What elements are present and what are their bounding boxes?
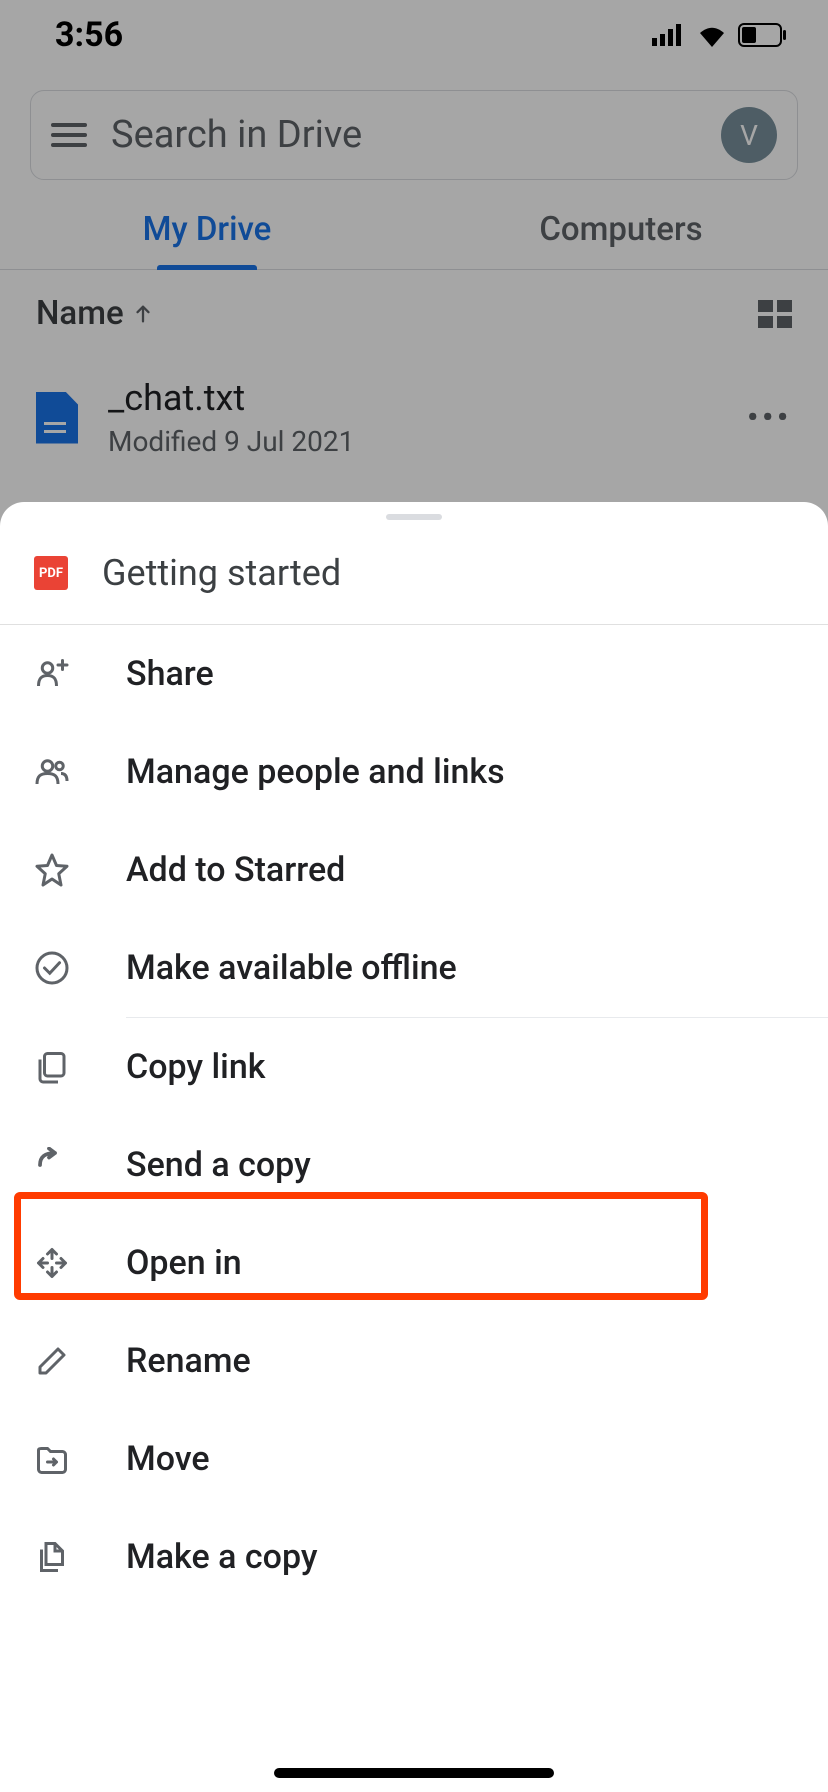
- star-icon: [34, 852, 70, 888]
- send-copy-label: Send a copy: [126, 1145, 794, 1185]
- move-label: Move: [126, 1439, 794, 1479]
- sheet-handle[interactable]: [386, 514, 442, 520]
- copy-link-label: Copy link: [126, 1047, 794, 1087]
- share-icon: [34, 656, 70, 692]
- people-icon: [34, 754, 70, 790]
- open-in-icon: [34, 1245, 70, 1281]
- sheet-item-star[interactable]: Add to Starred: [0, 821, 828, 919]
- copy-link-icon: [34, 1049, 70, 1085]
- home-indicator[interactable]: [274, 1768, 554, 1778]
- sheet-item-rename[interactable]: Rename: [0, 1312, 828, 1410]
- offline-label: Make available offline: [126, 948, 794, 988]
- make-copy-icon: [34, 1539, 70, 1575]
- sheet-item-send-copy[interactable]: Send a copy: [0, 1116, 828, 1214]
- send-icon: [34, 1147, 70, 1183]
- offline-icon: [34, 950, 70, 986]
- sheet-item-manage-people[interactable]: Manage people and links: [0, 723, 828, 821]
- sheet-item-share[interactable]: Share: [0, 625, 828, 723]
- manage-label: Manage people and links: [126, 752, 794, 792]
- pdf-icon: PDF: [34, 556, 68, 590]
- star-label: Add to Starred: [126, 850, 794, 890]
- sheet-item-make-copy[interactable]: Make a copy: [0, 1508, 828, 1606]
- sheet-item-offline[interactable]: Make available offline: [0, 919, 828, 1017]
- bottom-sheet: PDF Getting started Share Manage people …: [0, 502, 828, 1792]
- sheet-header: PDF Getting started: [0, 528, 828, 625]
- move-icon: [34, 1441, 70, 1477]
- open-in-label: Open in: [126, 1243, 794, 1283]
- sheet-item-open-in[interactable]: Open in: [0, 1214, 828, 1312]
- rename-label: Rename: [126, 1341, 794, 1381]
- make-copy-label: Make a copy: [126, 1537, 794, 1577]
- sheet-item-move[interactable]: Move: [0, 1410, 828, 1508]
- sheet-title: Getting started: [102, 552, 341, 594]
- rename-icon: [34, 1343, 70, 1379]
- sheet-item-copy-link[interactable]: Copy link: [0, 1018, 828, 1116]
- share-label: Share: [126, 654, 794, 694]
